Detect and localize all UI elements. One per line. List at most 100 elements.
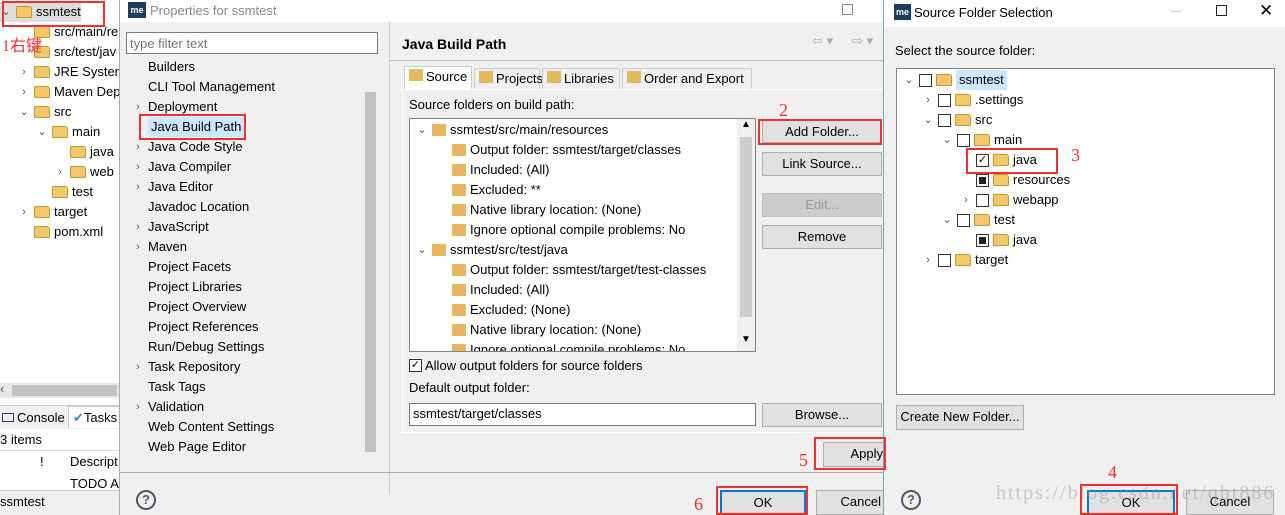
default-output-input[interactable]: ssmtest/target/classes	[409, 403, 756, 426]
folder-tree-item[interactable]: › target	[922, 250, 1008, 270]
help-icon[interactable]: ?	[136, 490, 156, 510]
tree-scrollbar[interactable]: ▲ ▼	[737, 119, 755, 351]
chevron-icon[interactable]: ⌄	[941, 130, 953, 150]
checkbox[interactable]	[957, 213, 970, 227]
nav-item[interactable]: Run/Debug Settings	[132, 337, 264, 357]
nav-item[interactable]: Web Page Editor	[132, 437, 246, 457]
explorer-item[interactable]: › JRE System	[18, 62, 125, 82]
checkbox[interactable]	[938, 253, 951, 267]
browse-button[interactable]: Browse...	[762, 403, 882, 427]
build-path-entry[interactable]: Excluded: (None)	[452, 300, 570, 320]
chevron-icon[interactable]: ⌄	[903, 70, 915, 90]
tab-console[interactable]: Console	[0, 408, 65, 428]
folder-tree-item[interactable]: java	[960, 230, 1037, 250]
nav-item[interactable]: Project Facets	[132, 257, 231, 277]
chevron-icon[interactable]: ›	[922, 90, 934, 110]
column-description[interactable]: Descript	[70, 454, 118, 469]
explorer-item[interactable]: test	[36, 182, 93, 202]
checkbox[interactable]	[976, 193, 989, 207]
source-tree[interactable]: ⌄ ssmtest/src/main/resources Output folder…	[409, 118, 756, 352]
folder-tree-item[interactable]: ⌄ main	[941, 130, 1022, 150]
chevron-icon[interactable]: ›	[54, 162, 66, 182]
chevron-icon[interactable]: ›	[18, 62, 30, 82]
nav-item[interactable]: › JavaScript	[132, 217, 209, 237]
nav-item[interactable]: Builders	[132, 57, 195, 77]
nav-item[interactable]: › Maven	[132, 237, 187, 257]
explorer-item[interactable]: ⌄ main	[36, 122, 100, 142]
allow-output-checkbox[interactable]: ✓ Allow output folders for source folders	[409, 358, 643, 373]
tab-order-and-export[interactable]: Order and Export	[622, 68, 752, 89]
build-path-entry[interactable]: Native library location: (None)	[452, 320, 641, 340]
nav-item[interactable]: › Java Editor	[132, 177, 213, 197]
build-path-entry[interactable]: Included: (All)	[452, 280, 549, 300]
folder-tree-item[interactable]: › .settings	[922, 90, 1023, 110]
tab-libraries[interactable]: Libraries	[542, 68, 620, 89]
filter-input[interactable]	[126, 32, 378, 54]
checkbox[interactable]	[957, 133, 970, 147]
checkbox[interactable]	[919, 73, 932, 87]
explorer-item[interactable]: › target	[18, 202, 87, 222]
maximize-button[interactable]	[1216, 5, 1227, 16]
chevron-icon[interactable]: ›	[922, 250, 934, 270]
chevron-icon[interactable]: ›	[18, 202, 30, 222]
chevron-icon[interactable]: ⌄	[922, 110, 934, 130]
maximize-button[interactable]	[842, 4, 853, 15]
nav-item[interactable]: Project References	[132, 317, 259, 337]
help-icon[interactable]: ?	[901, 490, 921, 510]
nav-item[interactable]: › Task Repository	[132, 357, 240, 377]
chevron-icon[interactable]: ›	[18, 82, 30, 102]
explorer-item[interactable]: java	[54, 142, 114, 162]
nav-item[interactable]: › Validation	[132, 397, 204, 417]
checkbox[interactable]	[976, 173, 989, 187]
tab-source[interactable]: Source	[404, 66, 472, 90]
nav-item[interactable]: Project Libraries	[132, 277, 242, 297]
chevron-icon[interactable]: ›	[960, 190, 972, 210]
build-path-entry[interactable]: Ignore optional compile problems: No	[452, 340, 685, 351]
nav-scrollbar[interactable]	[363, 62, 378, 472]
folder-tree-item[interactable]: › webapp	[960, 190, 1058, 210]
build-path-entry[interactable]: Ignore optional compile problems: No	[452, 220, 685, 240]
column-priority[interactable]: !	[40, 454, 44, 469]
build-path-entry[interactable]: ⌄ ssmtest/src/main/resources	[416, 120, 608, 140]
explorer-item[interactable]: pom.xml	[18, 222, 103, 242]
build-path-entry[interactable]: ⌄ ssmtest/src/test/java	[416, 240, 567, 260]
nav-item[interactable]: Task Tags	[132, 377, 206, 397]
nav-item[interactable]: Javadoc Location	[132, 197, 249, 217]
folder-tree-item[interactable]: ⌄ test	[941, 210, 1015, 230]
folder-tree-item[interactable]: ⌄ ssmtest	[903, 70, 1007, 90]
forward-arrow-icon[interactable]: ⇨ ▾	[852, 33, 873, 49]
folder-tree[interactable]: ⌄ ssmtest › .settings ⌄ src ⌄ main ✓ java resource…	[896, 68, 1275, 395]
checkbox[interactable]	[938, 93, 951, 107]
nav-item[interactable]: › Java Compiler	[132, 157, 231, 177]
create-new-folder-button[interactable]: Create New Folder...	[896, 405, 1024, 430]
nav-item[interactable]: Project Overview	[132, 297, 246, 317]
explorer-item[interactable]: ⌄ src	[18, 102, 71, 122]
link-source-button[interactable]: Link Source...	[762, 152, 882, 176]
explorer-item[interactable]: › Maven Dep	[18, 82, 120, 102]
tab-projects[interactable]: Projects	[474, 68, 543, 89]
explorer-item[interactable]: › web	[54, 162, 114, 182]
remove-button[interactable]: Remove	[762, 225, 882, 249]
close-button[interactable]: ✕	[1259, 1, 1273, 21]
build-path-entry[interactable]: Output folder: ssmtest/target/classes	[452, 140, 681, 160]
build-path-entry[interactable]: Excluded: **	[452, 180, 541, 200]
folder-tree-item[interactable]: ⌄ src	[922, 110, 992, 130]
nav-item[interactable]: › Java Code Style	[132, 137, 243, 157]
cancel-button[interactable]: Cancel	[816, 490, 886, 515]
build-path-entry[interactable]: Included: (All)	[452, 160, 549, 180]
horizontal-scrollbar[interactable]: ‹	[0, 381, 119, 398]
build-path-entry[interactable]: Output folder: ssmtest/target/test-class…	[452, 260, 706, 280]
task-row[interactable]: TODO A	[70, 476, 119, 491]
checkbox[interactable]	[976, 233, 989, 247]
build-path-entry[interactable]: Native library location: (None)	[452, 200, 641, 220]
nav-item[interactable]: Web Content Settings	[132, 417, 274, 437]
chevron-icon[interactable]: ⌄	[941, 210, 953, 230]
minimize-button[interactable]	[1171, 11, 1181, 12]
chevron-icon[interactable]: ⌄	[416, 120, 428, 140]
checkbox[interactable]	[938, 113, 951, 127]
chevron-icon[interactable]: ⌄	[416, 240, 428, 260]
back-arrow-icon[interactable]: ⇦ ▾	[812, 33, 833, 49]
chevron-icon[interactable]: ⌄	[18, 102, 30, 122]
nav-item[interactable]: CLI Tool Management	[132, 77, 275, 97]
chevron-icon[interactable]: ⌄	[36, 122, 48, 142]
